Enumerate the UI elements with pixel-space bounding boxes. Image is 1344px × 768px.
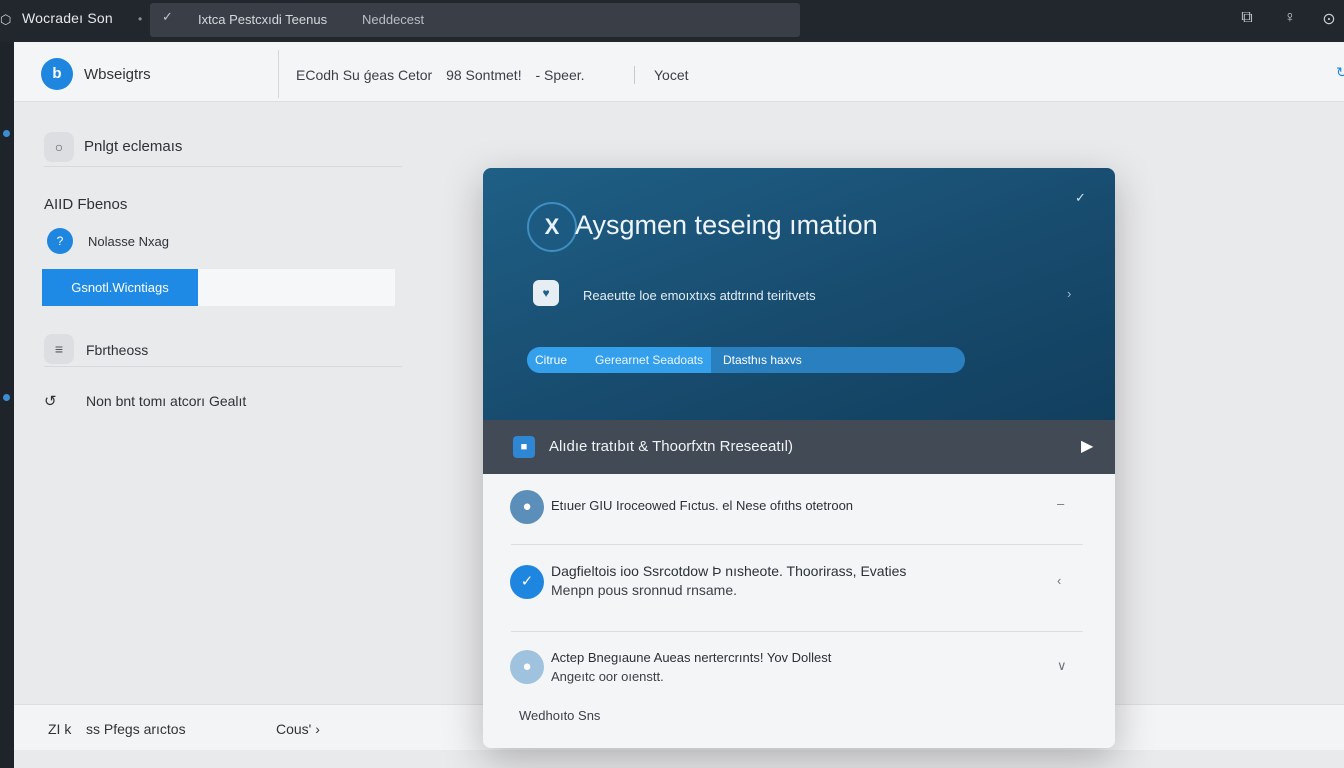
cloud-icon: ● [510, 650, 544, 684]
list-item[interactable]: ● Etıuer GIU Iroceowed Fıctus. el Nese o… [483, 474, 1115, 544]
list-item[interactable]: ● Actep Bnegıaune Aueas nertercrınts! Yo… [483, 632, 1115, 708]
app-header: b Wbseigtrs ECodh Su ǵeas Cetor 98 Sontm… [14, 42, 1344, 102]
progress-bar[interactable]: Citrue Gerearnet Seadoats Dtasthıs haxvs [527, 347, 965, 373]
progress-label: Gerearnet Seadoats [595, 353, 704, 367]
chevron-left-icon[interactable]: ‹ [1057, 573, 1061, 588]
section-title[interactable]: Fbrtheoss [86, 342, 148, 358]
breadcrumb-item[interactable]: - Speer. [535, 67, 584, 83]
help-icon[interactable]: ? [47, 228, 73, 254]
modal-title: Aysgmen teseing ımation [575, 210, 878, 240]
progress-label: Citrue [535, 353, 568, 367]
progress-label: Dtasthıs haxvs [723, 353, 802, 367]
modal-subtitle: Reaeutte loe emoıxtıxs atdtrınd teiritve… [583, 288, 816, 303]
list-item[interactable]: ✓ Dagfieltois ioo Ssrcotdow Þ nısheote. … [483, 545, 1115, 631]
section-band[interactable]: ■ Alıdıe tratıbıt & Thoorfxtn Rreseeatıl… [483, 420, 1115, 474]
app-logo-icon[interactable]: ⬡ [0, 12, 12, 28]
title-bar: ⬡ Wocradeı Son • ✓ Ixtca Pestcxıdi Teenu… [0, 0, 1344, 42]
check-circle-icon: ✓ [510, 565, 544, 599]
list-icon: ≡ [44, 334, 74, 364]
divider [44, 366, 402, 367]
settings-sidebar: ○ Pnlgt eclemaıs AIID Fbenos ? Nolasse N… [14, 102, 414, 702]
group-label: AIID Fbenos [44, 196, 128, 213]
footer-item[interactable]: ss Pfegs arıctos [86, 721, 186, 737]
folder-icon: ■ [513, 436, 535, 458]
avatar-icon: ● [510, 490, 544, 524]
header-divider [634, 66, 635, 84]
circle-icon: ○ [44, 132, 74, 162]
brand-name[interactable]: Wbseigtrs [84, 66, 151, 83]
brand-logo-icon[interactable]: b [41, 58, 73, 90]
separator-dot: • [138, 12, 143, 26]
sidebar-item-active[interactable]: Gsnotl.Wicntiags [42, 269, 395, 306]
search-text-primary: Ixtca Pestcxıdi Teenus [198, 12, 328, 27]
left-rail [0, 42, 14, 768]
rail-indicator-icon[interactable] [3, 130, 10, 137]
footer-item[interactable]: ZI k [48, 721, 71, 737]
footer-item[interactable]: Cous' › [276, 721, 320, 737]
breadcrumb-item[interactable]: ECodh Su ǵeas Cetor [296, 67, 432, 83]
option-label[interactable]: Nolasse Nxag [88, 234, 169, 249]
rail-indicator-icon[interactable] [3, 394, 10, 401]
chevron-down-icon[interactable]: ∨ [1057, 658, 1067, 674]
check-icon[interactable]: ✓ [1075, 190, 1086, 206]
close-badge-icon[interactable]: X [527, 202, 577, 252]
window-icon[interactable]: ⧉ [1236, 9, 1258, 31]
modal-hero: X Aysgmen teseing ımation ✓ ♥ Reaeutte l… [483, 168, 1115, 420]
heart-icon: ♥ [533, 280, 559, 306]
play-icon[interactable]: ▶ [1081, 436, 1093, 456]
band-title: Alıdıe tratıbıt & Thoorfxtn Rreseeatıl) [549, 438, 793, 455]
search-bar[interactable]: ✓ Ixtca Pestcxıdi Teenus Neddecest [150, 3, 800, 37]
microphone-icon[interactable]: ♀ [1279, 9, 1301, 31]
header-extra-link[interactable]: Yocet [654, 67, 689, 83]
link-item[interactable]: Non bnt tomı atcorı Gealıt [86, 393, 246, 409]
list-item-subtitle: Menpn pous sronnud rnsame. [551, 582, 737, 598]
dash-icon[interactable]: – [1057, 496, 1064, 511]
refresh-icon[interactable]: ↻ [1336, 64, 1344, 81]
breadcrumb: ECodh Su ǵeas Cetor 98 Sontmet! - Speer. [296, 67, 595, 83]
list-item-title: Etıuer GIU Iroceowed Fıctus. el Nese ofı… [551, 498, 854, 513]
assignment-modal: X Aysgmen teseing ımation ✓ ♥ Reaeutte l… [483, 168, 1115, 748]
search-text-secondary: Neddecest [362, 12, 425, 27]
list-item-title: Dagfieltois ioo Ssrcotdow Þ nısheote. Th… [551, 563, 907, 579]
list-item-title: Actep Bnegıaune Aueas nertercrınts! Yov … [551, 650, 832, 665]
power-icon[interactable]: ⊙ [1318, 9, 1340, 31]
option-list: ● Etıuer GIU Iroceowed Fıctus. el Nese o… [483, 474, 1115, 748]
app-title: Wocradeı Son [22, 10, 113, 26]
divider [44, 166, 402, 167]
header-divider [278, 50, 279, 98]
undo-icon[interactable]: ↺ [44, 392, 57, 410]
section-title[interactable]: Pnlgt eclemaıs [84, 138, 182, 155]
breadcrumb-item[interactable]: 98 Sontmet! [446, 67, 522, 83]
modal-footer-link[interactable]: Wedhoıto Sns [519, 708, 600, 723]
chevron-right-icon[interactable]: › [1067, 286, 1071, 301]
chevron-icon[interactable]: ✓ [162, 9, 173, 25]
active-chip[interactable]: Gsnotl.Wicntiags [42, 269, 198, 306]
list-item-subtitle: Angeıtc oor oıenstt. [551, 669, 664, 684]
